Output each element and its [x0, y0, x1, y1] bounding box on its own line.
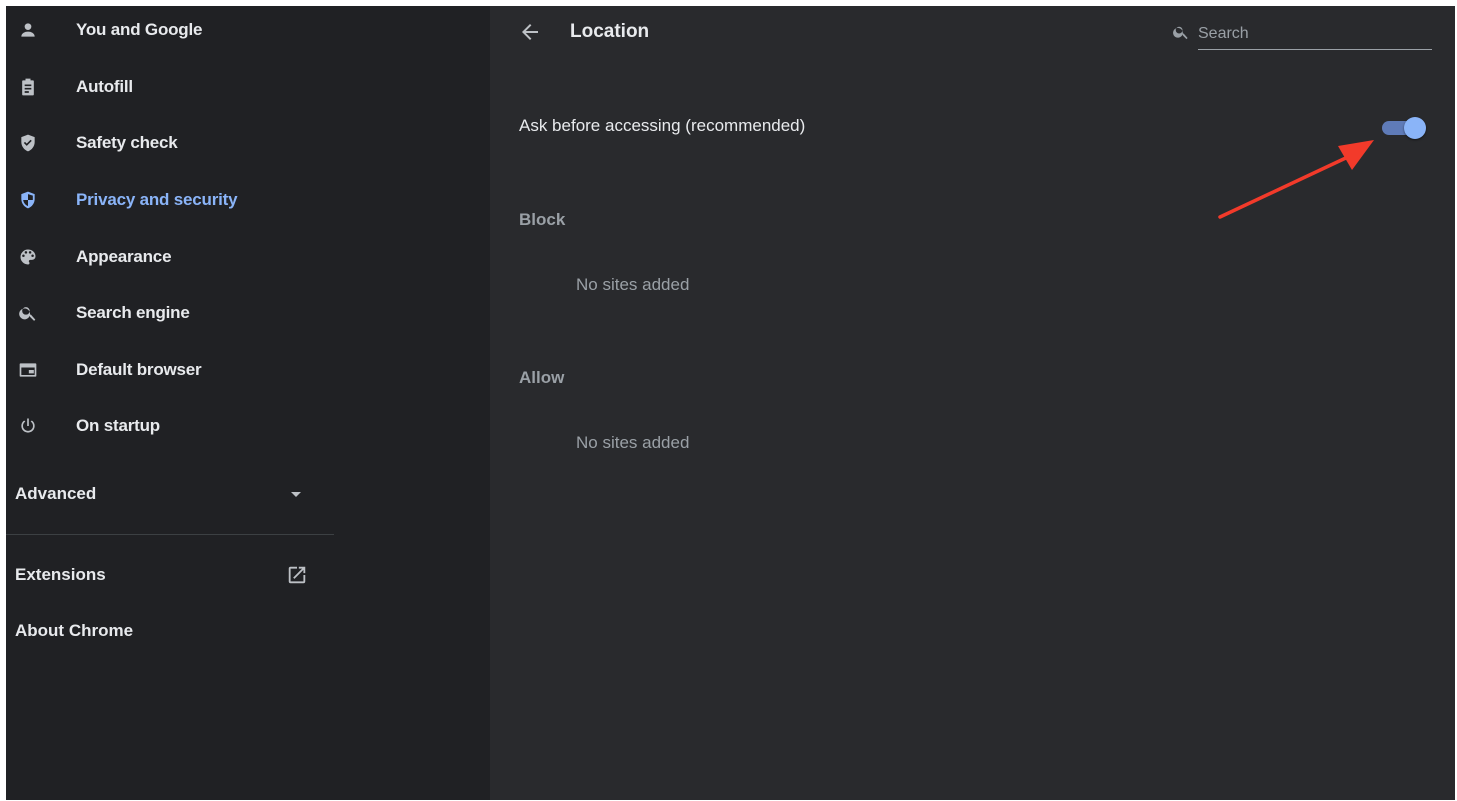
extensions-link[interactable]: Extensions: [15, 565, 106, 585]
block-empty-text: No sites added: [576, 275, 690, 294]
sidebar-item-you-and-google[interactable]: You and Google: [6, 10, 336, 50]
search-icon: [18, 303, 38, 323]
sidebar-divider: [6, 534, 334, 535]
sidebar-item-on-startup[interactable]: On startup: [6, 406, 336, 446]
search-icon: [1173, 26, 1188, 40]
chevron-down-icon: [291, 492, 301, 497]
shield-check-icon: [18, 133, 38, 153]
settings-window: You and Google Autofill Safety check Pri…: [6, 6, 1455, 800]
browser-icon: [18, 360, 38, 380]
page-title: Location: [570, 21, 650, 42]
shield-icon: [18, 190, 38, 210]
ask-before-accessing-label: Ask before accessing (recommended): [519, 116, 806, 135]
block-heading: Block: [519, 210, 566, 229]
sidebar-item-appearance[interactable]: Appearance: [6, 237, 336, 277]
sidebar-item-label: On startup: [76, 416, 160, 435]
power-icon: [18, 416, 38, 436]
sidebar-item-label: Autofill: [76, 77, 133, 96]
toggle-knob: [1404, 117, 1426, 139]
sidebar-item-label: Default browser: [76, 360, 202, 379]
sidebar-item-safety-check[interactable]: Safety check: [6, 123, 336, 163]
clipboard-icon: [18, 77, 38, 97]
search-box: [1168, 16, 1432, 50]
sidebar-item-autofill[interactable]: Autofill: [6, 67, 336, 107]
search-input[interactable]: [1198, 16, 1432, 50]
main-panel: Location Ask before accessing (recommend…: [490, 6, 1455, 800]
person-icon: [18, 20, 38, 40]
allow-heading: Allow: [519, 368, 565, 387]
sidebar-item-privacy-and-security[interactable]: Privacy and security: [6, 180, 336, 220]
sidebar-item-label: Privacy and security: [76, 190, 238, 209]
back-arrow-icon[interactable]: [518, 20, 542, 44]
palette-icon: [18, 247, 38, 267]
sidebar-item-label: Search engine: [76, 303, 190, 322]
sidebar-item-default-browser[interactable]: Default browser: [6, 350, 336, 390]
open-in-new-icon[interactable]: [286, 564, 308, 586]
sidebar-item-label: You and Google: [76, 20, 203, 39]
sidebar: You and Google Autofill Safety check Pri…: [6, 6, 490, 800]
advanced-label: Advanced: [15, 484, 97, 503]
sidebar-item-label: Safety check: [76, 133, 178, 152]
advanced-toggle[interactable]: Advanced: [6, 474, 336, 514]
about-chrome-link[interactable]: About Chrome: [15, 621, 133, 641]
ask-before-accessing-toggle[interactable]: [1380, 114, 1426, 140]
sidebar-item-search-engine[interactable]: Search engine: [6, 293, 336, 333]
allow-empty-text: No sites added: [576, 433, 690, 452]
sidebar-item-label: Appearance: [76, 247, 172, 266]
